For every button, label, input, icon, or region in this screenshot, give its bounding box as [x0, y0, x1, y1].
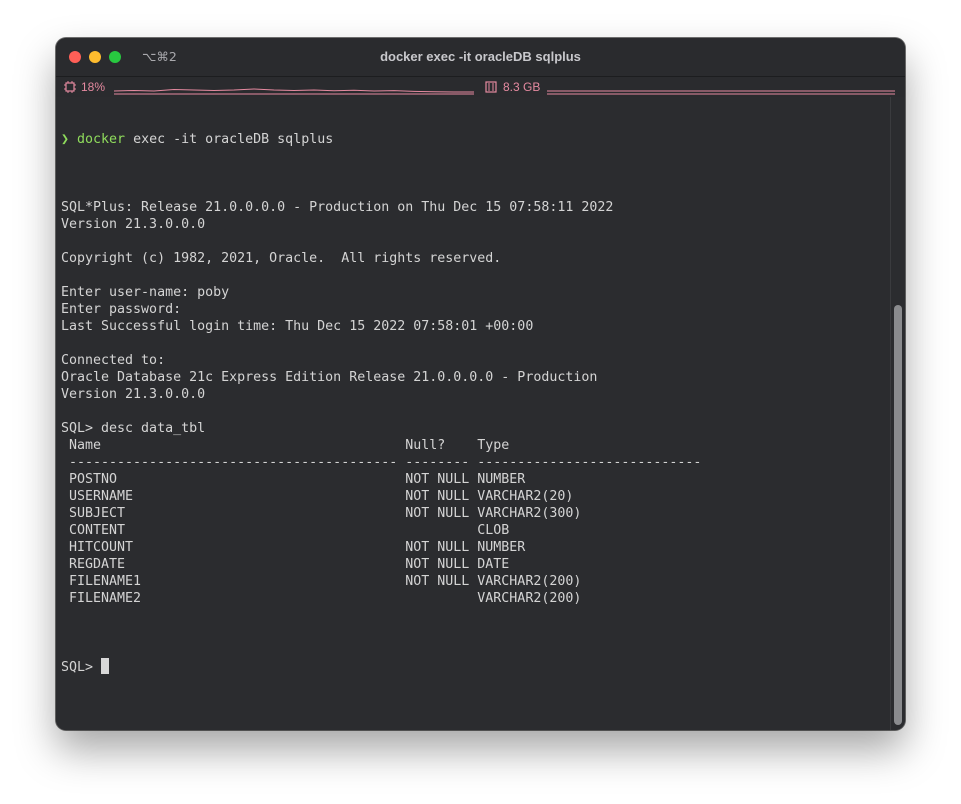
output-line: Enter user-name: poby [61, 285, 230, 300]
terminal-lines: ❯ docker exec -it oracleDB sqlplus SQL*P… [61, 97, 701, 709]
terminal-output[interactable]: ❯ docker exec -it oracleDB sqlplus SQL*P… [56, 97, 890, 730]
sql-prompt-line[interactable]: SQL> [61, 658, 701, 675]
output-line: FILENAME2 VARCHAR2(200) [61, 591, 582, 606]
command-name: docker [77, 132, 126, 147]
output-line: HITCOUNT NOT NULL NUMBER [61, 540, 526, 555]
vertical-scrollbar[interactable] [890, 97, 905, 730]
output-line: Enter password: [61, 302, 182, 317]
output-line: CONTENT CLOB [61, 523, 510, 538]
cpu-usage-graph [114, 88, 474, 95]
output-line: Copyright (c) 1982, 2021, Oracle. All ri… [61, 251, 502, 266]
memory-usage-label: 8.3 GB [503, 80, 541, 94]
output-lines: SQL*Plus: Release 21.0.0.0.0 - Productio… [61, 182, 701, 624]
window-title: docker exec -it oracleDB sqlplus [380, 49, 581, 64]
output-line: USERNAME NOT NULL VARCHAR2(20) [61, 489, 574, 504]
memory-icon [485, 81, 497, 93]
status-bar: 18% 8.3 GB [56, 77, 905, 97]
command-line: ❯ docker exec -it oracleDB sqlplus [61, 131, 701, 148]
output-line: SQL> desc data_tbl [61, 421, 206, 436]
output-line: REGDATE NOT NULL DATE [61, 557, 510, 572]
output-line: SQL*Plus: Release 21.0.0.0.0 - Productio… [61, 200, 614, 215]
output-line: ----------------------------------------… [61, 455, 702, 470]
prompt-chevron-icon: ❯ [61, 132, 70, 147]
output-line: SUBJECT NOT NULL VARCHAR2(300) [61, 506, 582, 521]
output-line: Last Successful login time: Thu Dec 15 2… [61, 319, 534, 334]
output-line: Name Null? Type [61, 438, 510, 453]
scrollbar-thumb[interactable] [894, 305, 902, 725]
cpu-usage-label: 18% [81, 80, 106, 94]
memory-usage-graph [547, 90, 895, 95]
text-cursor [101, 658, 110, 674]
title-bar[interactable]: ⌥⌘2 docker exec -it oracleDB sqlplus [56, 38, 905, 77]
output-line: POSTNO NOT NULL NUMBER [61, 472, 526, 487]
output-line: Oracle Database 21c Express Edition Rele… [61, 370, 598, 385]
output-line: Connected to: [61, 353, 166, 368]
output-line: Version 21.3.0.0.0 [61, 387, 206, 402]
cpu-chip-icon [64, 81, 76, 93]
terminal-window: ⌥⌘2 docker exec -it oracleDB sqlplus 18%… [56, 38, 905, 730]
command-args: exec -it oracleDB sqlplus [125, 132, 334, 147]
output-line: FILENAME1 NOT NULL VARCHAR2(200) [61, 574, 582, 589]
sql-prompt: SQL> [61, 660, 102, 675]
output-line: Version 21.3.0.0.0 [61, 217, 206, 232]
